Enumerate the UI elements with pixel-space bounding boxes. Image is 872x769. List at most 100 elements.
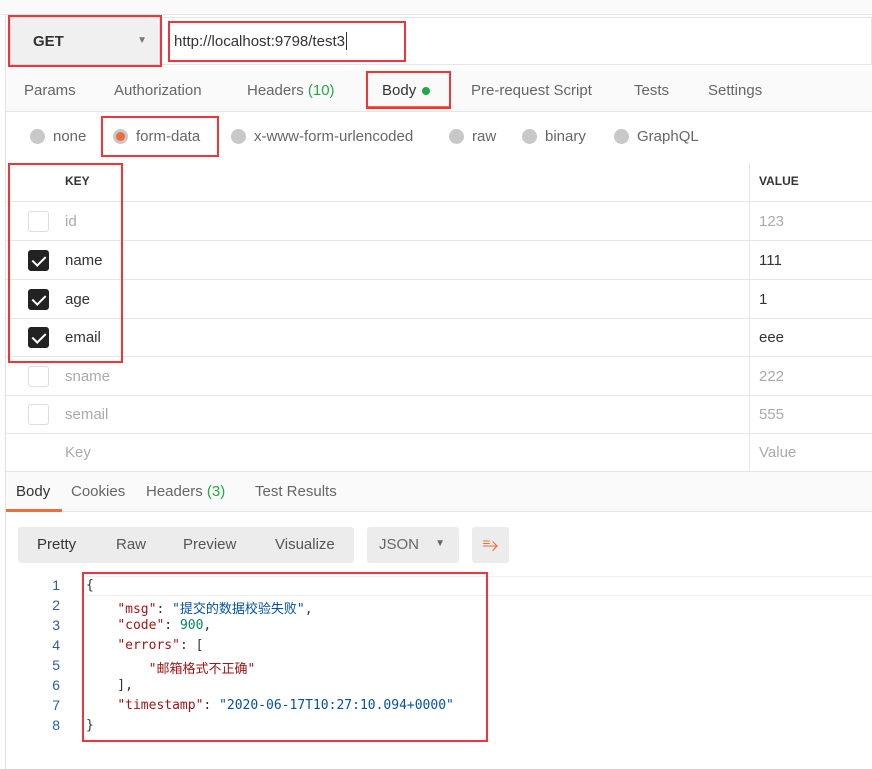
value-cell[interactable]: 555 bbox=[749, 395, 872, 433]
radio-binary[interactable]: binary bbox=[522, 128, 586, 145]
active-tab-indicator bbox=[6, 509, 62, 512]
tab-label: Headers bbox=[146, 483, 203, 500]
top-strip bbox=[0, 0, 872, 15]
table-row[interactable]: name 111 bbox=[6, 241, 872, 280]
radio-label: GraphQL bbox=[637, 128, 699, 145]
line-number: 8 bbox=[52, 717, 60, 733]
wrap-lines-icon[interactable]: ⥱ bbox=[472, 527, 509, 563]
radio-label: form-data bbox=[136, 128, 201, 145]
json-key: "timestamp" bbox=[117, 698, 204, 713]
radio-graphql[interactable]: GraphQL bbox=[614, 128, 699, 145]
checkbox[interactable] bbox=[28, 366, 49, 387]
line-number: 2 bbox=[52, 597, 60, 613]
json-key: "code" bbox=[117, 618, 165, 633]
table-header: KEY VALUE bbox=[6, 163, 872, 202]
checkbox-checked[interactable] bbox=[28, 250, 49, 271]
json-value: "邮箱格式不正确" bbox=[148, 662, 256, 677]
format-label: JSON bbox=[379, 536, 420, 553]
json-key: "msg" bbox=[117, 602, 157, 617]
value-cell[interactable]: eee bbox=[749, 318, 872, 356]
radio-icon bbox=[522, 129, 537, 144]
tab-authorization[interactable]: Authorization bbox=[114, 82, 202, 99]
radio-icon bbox=[231, 129, 246, 144]
table-row[interactable]: semail 555 bbox=[6, 395, 872, 434]
tab-label: Body bbox=[382, 82, 417, 99]
tab-tests[interactable]: Tests bbox=[634, 82, 669, 99]
url-input[interactable]: http://localhost:9798/test3 bbox=[162, 17, 872, 65]
radio-icon bbox=[614, 129, 629, 144]
tab-headers[interactable]: Headers (10) bbox=[247, 82, 335, 99]
key-cell[interactable]: age bbox=[65, 291, 90, 308]
checkbox[interactable] bbox=[28, 404, 49, 425]
active-tab-indicator bbox=[368, 106, 450, 108]
value-cell[interactable]: 111 bbox=[749, 241, 872, 279]
key-input[interactable]: Key bbox=[65, 444, 91, 461]
table-row[interactable]: age 1 bbox=[6, 280, 872, 319]
line-number: 3 bbox=[52, 617, 60, 633]
json-value: "2020-06-17T10:27:10.094+0000" bbox=[219, 698, 454, 713]
radio-label: none bbox=[53, 128, 87, 145]
key-cell[interactable]: sname bbox=[65, 368, 110, 385]
table-row-new[interactable]: Key Value bbox=[6, 433, 872, 472]
active-line bbox=[86, 576, 872, 596]
radio-label: x-www-form-urlencoded bbox=[254, 128, 414, 145]
view-mode-group: Pretty Raw Preview Visualize bbox=[18, 527, 354, 563]
key-cell[interactable]: semail bbox=[65, 406, 108, 423]
tab-pre-request-script[interactable]: Pre-request Script bbox=[471, 82, 592, 99]
line-number: 6 bbox=[52, 677, 60, 693]
key-cell[interactable]: name bbox=[65, 252, 103, 269]
checkbox[interactable] bbox=[28, 211, 49, 232]
checkbox-checked[interactable] bbox=[28, 327, 49, 348]
key-header: KEY bbox=[65, 174, 90, 188]
radio-icon bbox=[30, 129, 45, 144]
method-select[interactable]: GET ▼ bbox=[10, 17, 160, 65]
radio-label: binary bbox=[545, 128, 586, 145]
value-input[interactable]: Value bbox=[749, 433, 872, 471]
tab-response-body[interactable]: Body bbox=[16, 483, 50, 500]
tab-settings[interactable]: Settings bbox=[708, 82, 762, 99]
key-cell[interactable]: id bbox=[65, 213, 77, 230]
line-number: 7 bbox=[52, 697, 60, 713]
checkbox-checked[interactable] bbox=[28, 289, 49, 310]
value-cell[interactable]: 123 bbox=[749, 202, 872, 240]
status-dot-icon bbox=[422, 87, 431, 96]
headers-count: (10) bbox=[307, 82, 335, 99]
tab-cookies[interactable]: Cookies bbox=[71, 483, 125, 500]
key-cell[interactable]: email bbox=[65, 329, 101, 346]
format-select[interactable]: JSON ▼ bbox=[367, 527, 459, 563]
radio-raw[interactable]: raw bbox=[449, 128, 496, 145]
headers-count: (3) bbox=[206, 483, 226, 500]
line-number: 4 bbox=[52, 637, 60, 653]
tab-body[interactable]: Body bbox=[382, 82, 431, 99]
caret-down-icon: ▼ bbox=[137, 35, 147, 46]
tab-label: Headers bbox=[247, 82, 304, 99]
response-tabs: Body Cookies Headers (3) Test Results bbox=[6, 472, 872, 512]
radio-form-data[interactable]: form-data bbox=[113, 128, 200, 145]
radio-label: raw bbox=[472, 128, 497, 145]
radio-icon bbox=[449, 129, 464, 144]
table-row[interactable]: sname 222 bbox=[6, 357, 872, 396]
json-key: "errors" bbox=[117, 638, 180, 653]
url-value: http://localhost:9798/test3 bbox=[174, 32, 345, 50]
visualize-button[interactable]: Visualize bbox=[275, 536, 335, 553]
tab-params[interactable]: Params bbox=[24, 82, 76, 99]
tab-response-headers[interactable]: Headers (3) bbox=[146, 483, 225, 500]
pretty-button[interactable]: Pretty bbox=[37, 536, 76, 553]
table-row[interactable]: email eee bbox=[6, 318, 872, 357]
tab-test-results[interactable]: Test Results bbox=[255, 483, 337, 500]
preview-button[interactable]: Preview bbox=[183, 536, 236, 553]
radio-x-www-form-urlencoded[interactable]: x-www-form-urlencoded bbox=[231, 128, 413, 145]
line-number: 1 bbox=[52, 577, 60, 593]
json-value: "提交的数据校验失败" bbox=[172, 602, 305, 617]
caret-down-icon: ▼ bbox=[435, 538, 445, 549]
method-label: GET bbox=[33, 32, 64, 50]
table-row[interactable]: id 123 bbox=[6, 202, 872, 241]
radio-none[interactable]: none bbox=[30, 128, 86, 145]
json-value: 900 bbox=[179, 618, 204, 633]
value-header: VALUE bbox=[749, 163, 872, 201]
line-number: 5 bbox=[52, 657, 60, 673]
value-cell[interactable]: 222 bbox=[749, 357, 872, 395]
raw-button[interactable]: Raw bbox=[116, 536, 146, 553]
value-cell[interactable]: 1 bbox=[749, 280, 872, 318]
radio-selected-icon bbox=[113, 129, 128, 144]
